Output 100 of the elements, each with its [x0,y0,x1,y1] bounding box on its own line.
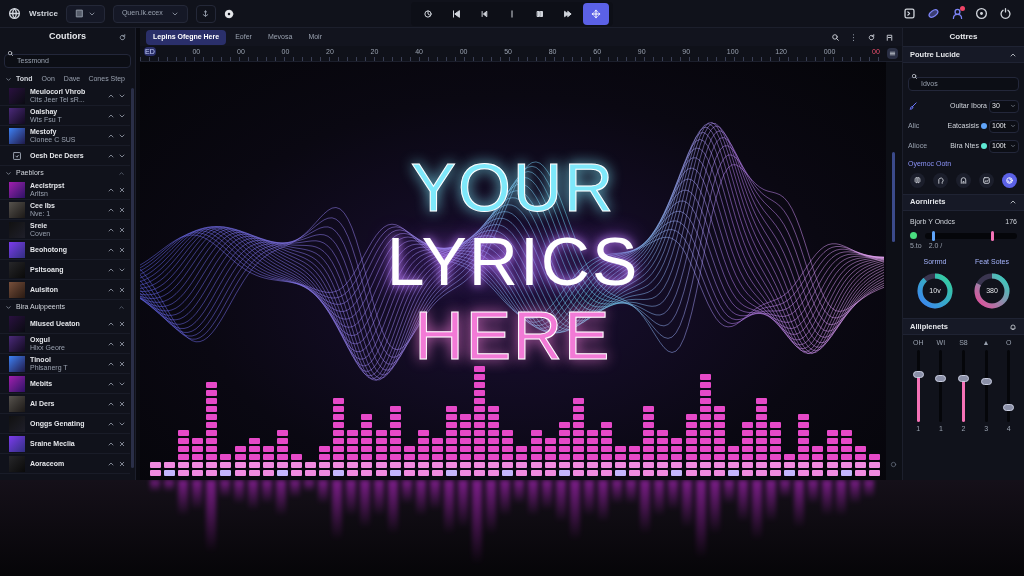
search-icon [7,49,14,57]
globe-icon [8,7,21,20]
circle-icon [890,461,897,468]
thumbnail-placeholder [9,181,25,198]
frame-icon [982,175,991,185]
chevron-down-icon [1010,123,1016,129]
move-icon [591,8,601,19]
refresh-icon [118,32,127,42]
brain-icon [913,175,922,185]
style-button[interactable] [979,172,994,188]
skip-back-icon [451,8,461,19]
fader-handle[interactable] [980,378,992,386]
slider-thumb[interactable] [932,230,936,241]
style-button[interactable] [933,172,948,188]
chevron-up-icon [1009,198,1017,206]
scrollbar[interactable] [892,152,895,242]
close-icon [118,399,126,408]
remove-button[interactable] [118,339,126,348]
close-icon [118,339,126,348]
user-icon [885,32,894,42]
remove-button[interactable] [118,359,126,368]
thumbnail-placeholder [9,395,25,412]
close-icon [118,245,126,254]
target-icon [974,7,988,20]
thumbnail-placeholder [9,127,25,144]
power-icon [998,7,1012,20]
user-button[interactable] [950,6,964,21]
close-icon [118,285,126,294]
style-button[interactable] [1002,172,1017,188]
remove-button[interactable] [118,185,126,194]
menu-icon [889,50,896,57]
remove-button[interactable] [118,205,126,214]
remove-button[interactable] [118,399,126,408]
terminal-icon [902,7,916,20]
thumbnail-placeholder [9,435,25,452]
anchor-icon [201,9,211,18]
refresh-icon [867,32,876,42]
remove-button[interactable] [118,439,126,448]
fader-handle[interactable] [1003,403,1015,411]
thumbnail-placeholder [9,335,25,352]
thumbnail-placeholder [9,87,25,104]
remove-button[interactable] [118,225,126,234]
thumbnail-placeholder [9,107,25,124]
chevron-down-icon [1010,103,1016,109]
close-icon [118,205,126,214]
close-icon [118,225,126,234]
chevron-down-icon [5,169,12,177]
chevron-down-icon [1010,143,1016,149]
view-dropdown[interactable] [65,4,105,23]
image-icon [12,150,22,161]
thumbnail-placeholder [9,201,25,218]
close-icon [118,319,126,328]
lyrics-line: LYRICS [386,224,640,298]
style-button[interactable] [956,172,971,188]
remove-button[interactable] [118,245,126,254]
head-icon [936,175,945,185]
disc-icon [223,8,234,19]
thumbnail-placeholder [9,375,25,392]
remove-button[interactable] [118,459,126,468]
link-icon [926,7,940,20]
thumbnail-placeholder [9,241,25,258]
sidebar-title: Coutiors [49,30,86,44]
close-icon [118,185,126,194]
app-name: Wstrice [29,7,58,20]
target-button[interactable] [974,6,988,21]
step-back-icon [479,8,489,19]
anchor-button[interactable] [195,4,216,23]
power-button[interactable] [998,6,1012,21]
link-button[interactable] [926,6,940,21]
panel-title: Cottres [949,31,978,43]
chevron-down-icon [5,75,12,83]
thumbnail-placeholder [9,261,25,278]
menu-button[interactable] [887,48,898,59]
lyrics-line: HERE [414,298,612,372]
close-icon [118,439,126,448]
fast-forward-icon [563,8,573,19]
loop-icon [423,8,433,19]
close-icon [118,359,126,368]
remove-button[interactable] [118,319,126,328]
fader-handle[interactable] [958,374,969,382]
brush-icon [908,101,918,111]
chevron-down-icon [5,303,12,311]
fader-handle[interactable] [935,374,947,382]
close-icon [118,459,126,468]
user-icon [950,7,964,20]
search-icon [911,72,918,80]
swirl-icon [1005,175,1014,185]
slider-thumb[interactable] [991,230,995,241]
arch-icon [959,175,968,185]
style-button[interactable] [910,172,925,188]
move-button[interactable] [583,2,609,25]
thumbnail-placeholder [9,281,25,298]
range-track[interactable] [925,232,1017,239]
thumbnail-placeholder [9,315,25,332]
remove-button[interactable] [118,285,126,294]
pause-icon [535,8,545,19]
panel-icon [74,9,84,18]
search-icon [831,32,840,42]
terminal-button[interactable] [902,6,916,21]
fader-handle[interactable] [912,371,924,379]
